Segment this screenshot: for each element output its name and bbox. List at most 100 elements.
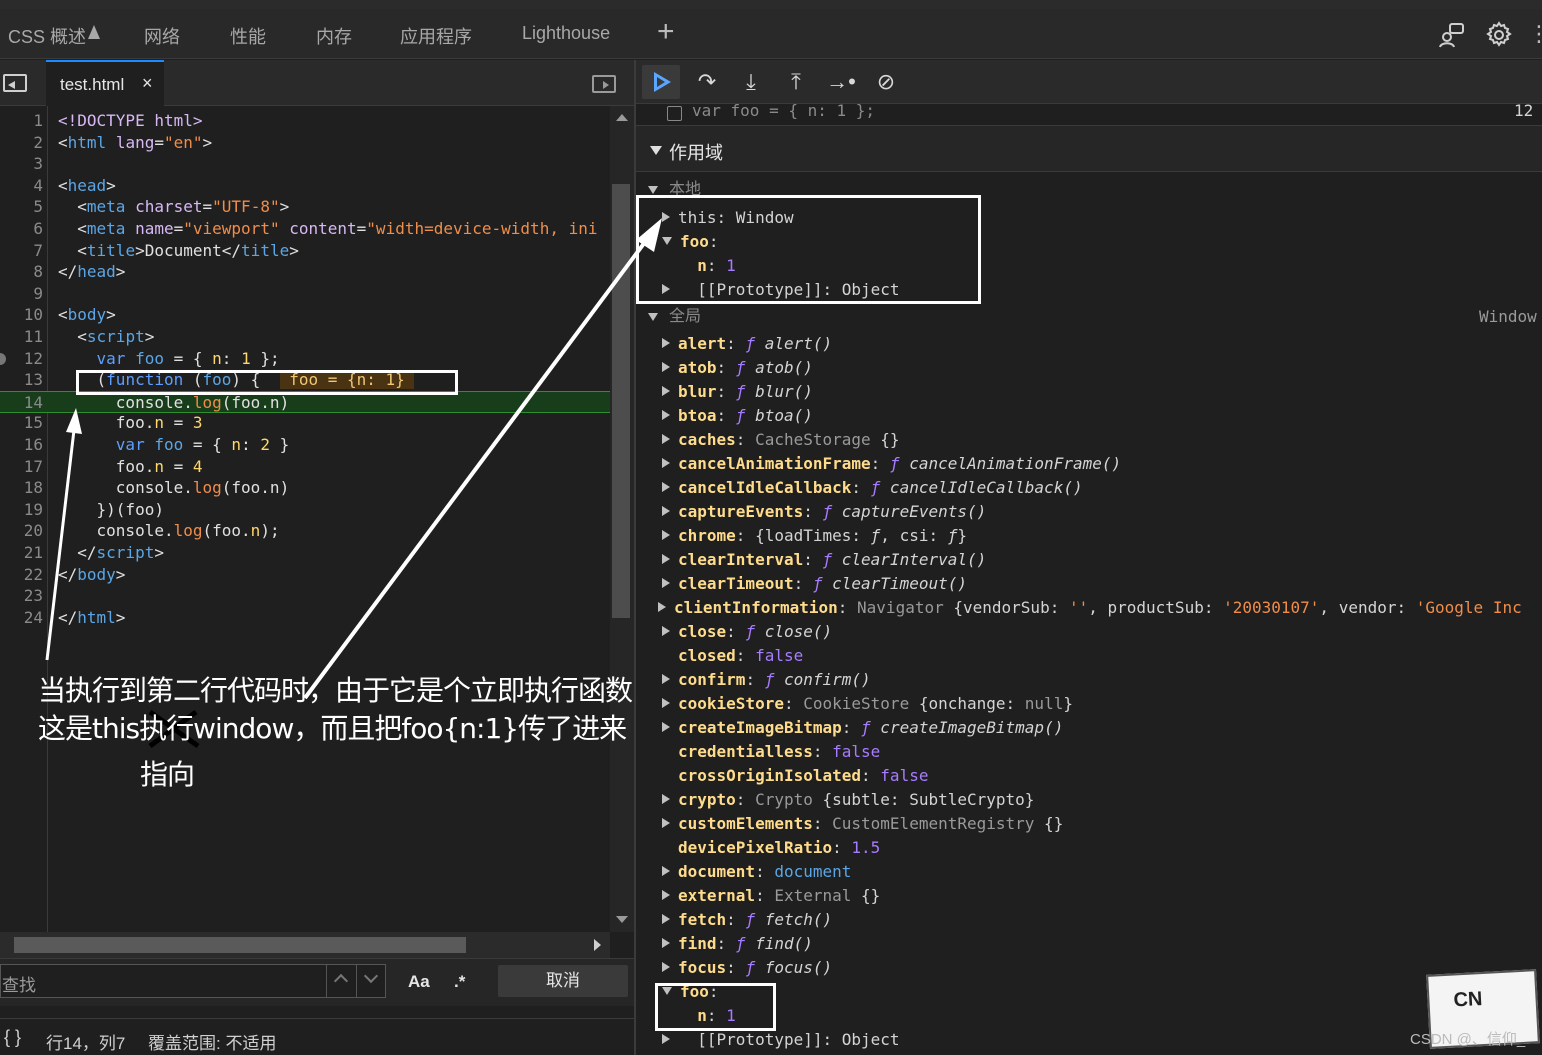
expand-triangle-icon[interactable]	[662, 362, 670, 372]
scope-property-row[interactable]: crossOriginIsolated: false	[662, 765, 928, 787]
scope-property-row[interactable]: external: External {}	[662, 885, 880, 907]
scope-property-row[interactable]: createImageBitmap: ƒ createImageBitmap()	[662, 717, 1063, 739]
line-number[interactable]: 11	[0, 326, 43, 348]
line-number[interactable]: 21	[0, 542, 43, 564]
expand-triangle-icon[interactable]	[662, 410, 670, 420]
line-number[interactable]: 18	[0, 477, 43, 499]
step-out-icon[interactable]: ⤒	[781, 68, 811, 96]
horizontal-scroll-thumb[interactable]	[14, 937, 466, 953]
line-number[interactable]: 23	[0, 585, 43, 607]
code-editor[interactable]: 1 <!DOCTYPE html> 2 <html lang="en"> 3 4 <head…	[0, 106, 610, 932]
breakpoint-checkbox[interactable]	[667, 106, 682, 121]
scope-property-row[interactable]: [[Prototype]]: Object	[662, 1029, 900, 1051]
scope-property-row[interactable]: close: ƒ close()	[662, 621, 832, 643]
cancel-button[interactable]: 取消	[498, 965, 628, 997]
code-line[interactable]: 8 </head>	[0, 261, 610, 283]
line-number[interactable]: 14	[0, 392, 43, 414]
tab-css-overview[interactable]: CSS 概述	[8, 23, 86, 49]
scope-property-row[interactable]: cancelIdleCallback: ƒ cancelIdleCallback…	[662, 477, 1083, 499]
toggle-navigator-icon[interactable]	[3, 74, 27, 92]
line-number[interactable]: 1	[0, 110, 43, 132]
expand-triangle-icon[interactable]	[662, 938, 670, 948]
expand-triangle-icon[interactable]	[662, 1034, 670, 1044]
expand-triangle-icon[interactable]	[662, 818, 670, 828]
expand-triangle-icon[interactable]	[662, 914, 670, 924]
code-line[interactable]: 20 console.log(foo.n);	[0, 520, 610, 542]
scope-property-row[interactable]: focus: ƒ focus()	[662, 957, 832, 979]
expand-triangle-icon[interactable]	[662, 866, 670, 876]
add-tab-icon[interactable]: +	[657, 17, 675, 47]
scope-property-row[interactable]: document: document	[662, 861, 851, 883]
scope-property-row[interactable]: confirm: ƒ confirm()	[662, 669, 871, 691]
code-line[interactable]: 2 <html lang="en">	[0, 132, 610, 154]
expand-triangle-icon[interactable]	[662, 674, 670, 684]
code-line[interactable]: 19 })(foo)	[0, 499, 610, 521]
scope-property-row[interactable]: fetch: ƒ fetch()	[662, 909, 832, 931]
more-menu-icon[interactable]: ⋮	[1528, 21, 1542, 47]
line-number[interactable]: 15	[0, 412, 43, 434]
line-number[interactable]: 13	[0, 369, 43, 391]
line-number[interactable]: 19	[0, 499, 43, 521]
line-number[interactable]: 17	[0, 456, 43, 478]
line-number[interactable]: 22	[0, 564, 43, 586]
code-line[interactable]: 6 <meta name="viewport" content="width=d…	[0, 218, 610, 240]
scope-property-row[interactable]: crypto: Crypto {subtle: SubtleCrypto}	[662, 789, 1034, 811]
tab-application[interactable]: 应用程序	[400, 23, 472, 49]
code-line[interactable]: 15 foo.n = 3	[0, 412, 610, 434]
scope-global-header[interactable]: 全局 Window	[636, 305, 1542, 327]
code-line[interactable]: 16 var foo = { n: 2 }	[0, 434, 610, 456]
tab-performance[interactable]: 性能	[230, 23, 266, 49]
scope-property-row[interactable]: credentialless: false	[662, 741, 880, 763]
search-prev-button[interactable]	[326, 964, 356, 998]
code-line[interactable]: 22 </body>	[0, 564, 610, 586]
line-number[interactable]: 12	[0, 348, 43, 370]
expand-triangle-icon[interactable]	[662, 962, 670, 972]
code-line[interactable]: 7 <title>Document</title>	[0, 240, 610, 262]
line-number[interactable]: 16	[0, 434, 43, 456]
expand-triangle-icon[interactable]	[662, 434, 670, 444]
scope-property-row[interactable]: clientInformation: Navigator {vendorSub:…	[658, 597, 1522, 619]
code-line[interactable]: 1 <!DOCTYPE html>	[0, 110, 610, 132]
expand-triangle-icon[interactable]	[662, 626, 670, 636]
expand-triangle-icon[interactable]	[662, 554, 670, 564]
code-line[interactable]: 9	[0, 283, 610, 305]
tab-lighthouse[interactable]: Lighthouse	[522, 23, 610, 44]
resume-button[interactable]	[642, 65, 680, 99]
scope-property-row[interactable]: blur: ƒ blur()	[662, 381, 813, 403]
scope-property-row[interactable]: clearTimeout: ƒ clearTimeout()	[662, 573, 967, 595]
line-number[interactable]: 5	[0, 196, 43, 218]
expand-triangle-icon[interactable]	[658, 602, 666, 612]
expand-triangle-icon[interactable]	[662, 386, 670, 396]
match-case-button[interactable]: Aa	[408, 972, 430, 992]
scope-property-row[interactable]: atob: ƒ atob()	[662, 357, 813, 379]
expand-triangle-icon[interactable]	[662, 890, 670, 900]
scope-property-row[interactable]: btoa: ƒ btoa()	[662, 405, 813, 427]
expand-triangle-icon[interactable]	[662, 338, 670, 348]
pretty-print-button[interactable]: { }	[4, 1027, 21, 1048]
scope-property-row[interactable]: chrome: {loadTimes: ƒ, csi: ƒ}	[662, 525, 967, 547]
toggle-debugger-icon[interactable]	[592, 75, 616, 93]
deactivate-breakpoints-icon[interactable]: ⊘	[871, 68, 901, 96]
file-tab-test-html[interactable]: test.html ×	[46, 60, 164, 106]
code-line[interactable]: 3	[0, 153, 610, 175]
scope-section-header[interactable]: 作用域	[636, 126, 1542, 172]
scope-property-row[interactable]: clearInterval: ƒ clearInterval()	[662, 549, 986, 571]
code-line[interactable]: 11 <script>	[0, 326, 610, 348]
scope-property-row[interactable]: find: ƒ find()	[662, 933, 813, 955]
expand-triangle-icon[interactable]	[662, 698, 670, 708]
step-over-icon[interactable]: ↷	[692, 68, 722, 96]
expand-triangle-icon[interactable]	[662, 506, 670, 516]
gear-icon[interactable]	[1484, 20, 1514, 50]
line-number[interactable]: 6	[0, 218, 43, 240]
regex-button[interactable]: .*	[454, 972, 465, 992]
line-number[interactable]: 24	[0, 607, 43, 629]
scope-property-row[interactable]: cancelAnimationFrame: ƒ cancelAnimationF…	[662, 453, 1121, 475]
scope-property-row[interactable]: devicePixelRatio: 1.5	[662, 837, 880, 859]
tab-network[interactable]: 网络	[144, 23, 180, 49]
tab-memory[interactable]: 内存	[316, 23, 352, 49]
code-line[interactable]: 5 <meta charset="UTF-8">	[0, 196, 610, 218]
search-next-button[interactable]	[356, 964, 386, 998]
line-number[interactable]: 10	[0, 304, 43, 326]
expand-triangle-icon[interactable]	[662, 794, 670, 804]
scope-property-row[interactable]: captureEvents: ƒ captureEvents()	[662, 501, 986, 523]
